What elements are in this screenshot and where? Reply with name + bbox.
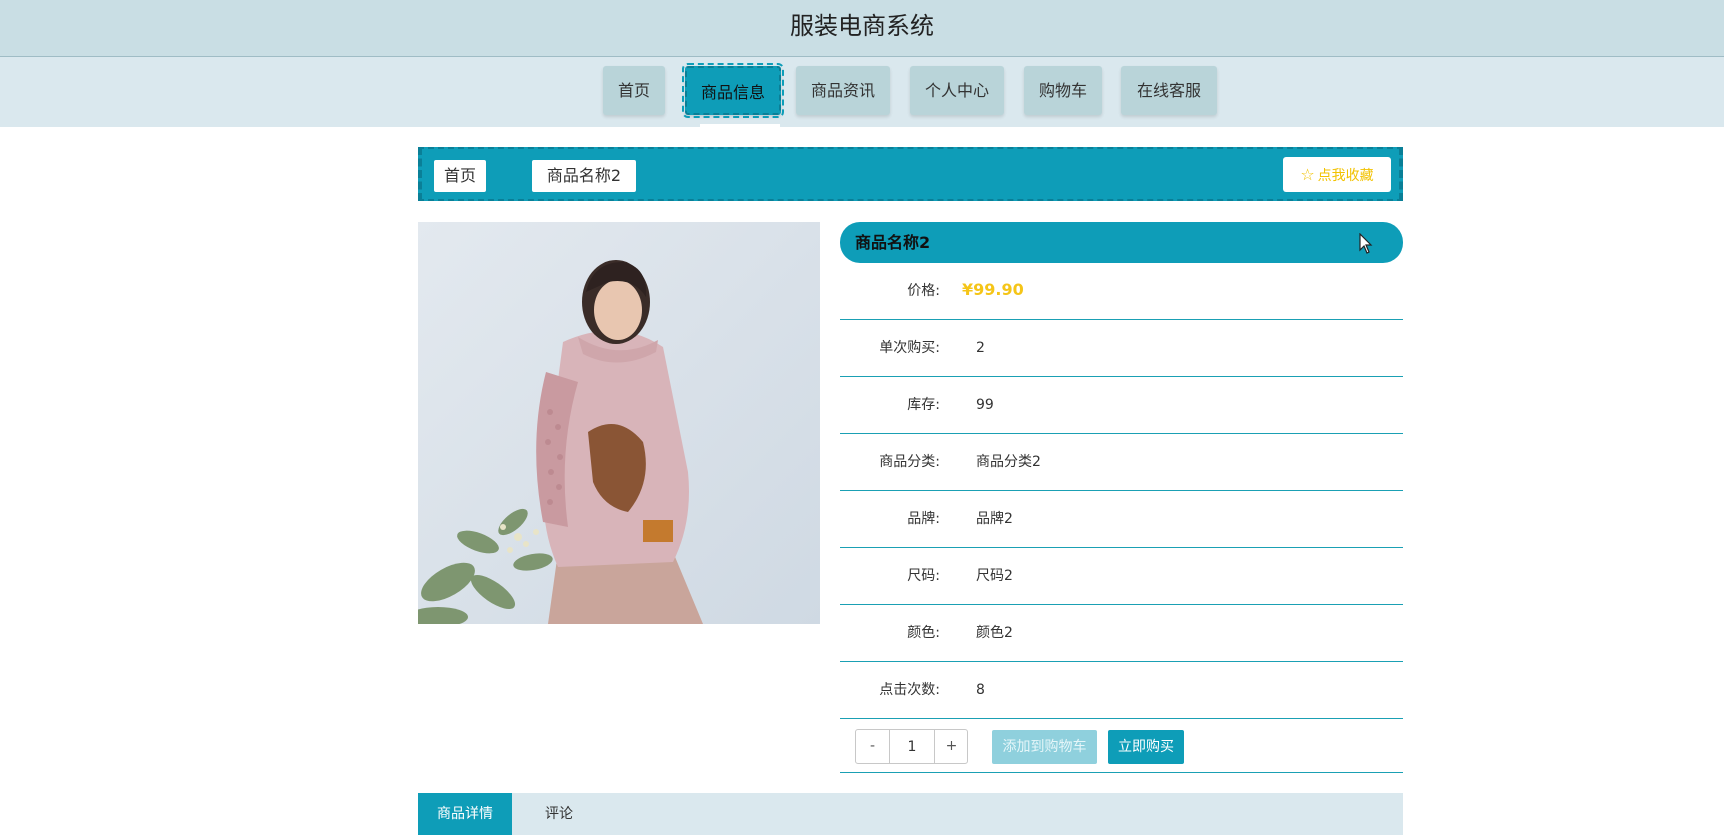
field-row-single-purchase: 单次购买: 2 [840,320,1403,377]
field-row-size: 尺码: 尺码2 [840,548,1403,605]
product-photo [418,222,820,624]
tab-product-details[interactable]: 商品详情 [418,793,512,835]
field-label: 价格: [907,283,940,299]
product-image [418,222,820,624]
favorite-button[interactable]: ☆ 点我收藏 [1283,157,1391,192]
favorite-label: 点我收藏 [1317,168,1374,184]
nav-item-product-info[interactable]: 商品信息 [682,63,784,118]
field-value: 商品分类2 [976,454,1041,470]
field-value: 2 [976,340,985,356]
decrement-button[interactable]: - [856,730,889,763]
nav-item-online-service[interactable]: 在线客服 [1121,66,1217,115]
field-row-price: 价格: ¥99.90 [840,263,1403,320]
price-value: ¥99.90 [962,280,1024,299]
field-label: 品牌: [907,511,940,527]
top-header: 服装电商系统 [0,0,1724,57]
field-label: 颜色: [907,625,940,641]
field-label: 商品分类: [879,454,940,470]
nav-item-product-news[interactable]: 商品资讯 [796,66,890,115]
field-value: 颜色2 [976,625,1013,641]
nav-item-personal-center[interactable]: 个人中心 [910,66,1004,115]
nav-item-home[interactable]: 首页 [603,66,665,115]
breadcrumb-current[interactable]: 商品名称2 [532,160,636,192]
nav-item-cart[interactable]: 购物车 [1024,66,1102,115]
breadcrumb: 首页 商品名称2 ☆ 点我收藏 [418,147,1403,201]
field-row-category: 商品分类: 商品分类2 [840,434,1403,491]
quantity-stepper: - + [855,729,968,764]
star-icon: ☆ [1300,165,1315,184]
add-to-cart-button[interactable]: 添加到购物车 [992,730,1097,764]
detail-tabs: 商品详情 评论 [418,793,1403,835]
active-nav-indicator [700,124,780,127]
site-title: 服装电商系统 [790,12,934,40]
field-row-color: 颜色: 颜色2 [840,605,1403,662]
buy-now-button[interactable]: 立即购买 [1108,730,1184,764]
field-value: 品牌2 [976,511,1013,527]
field-row-stock: 库存: 99 [840,377,1403,434]
tab-comments[interactable]: 评论 [512,793,606,835]
field-row-brand: 品牌: 品牌2 [840,491,1403,548]
field-row-clicks: 点击次数: 8 [840,662,1403,719]
breadcrumb-home[interactable]: 首页 [434,160,486,192]
divider [840,772,1403,773]
quantity-input[interactable] [889,730,935,763]
mouse-cursor-icon [1359,233,1373,254]
field-label: 单次购买: [879,340,940,356]
field-label: 尺码: [907,568,940,584]
increment-button[interactable]: + [935,730,968,763]
field-value: 8 [976,682,985,698]
field-label: 库存: [907,397,940,413]
product-name-header: 商品名称2 [840,222,1403,263]
field-label: 点击次数: [879,682,940,698]
field-value: 99 [976,397,994,413]
main-nav: 首页 商品信息 商品资讯 个人中心 购物车 在线客服 [0,57,1724,127]
field-value: 尺码2 [976,568,1013,584]
